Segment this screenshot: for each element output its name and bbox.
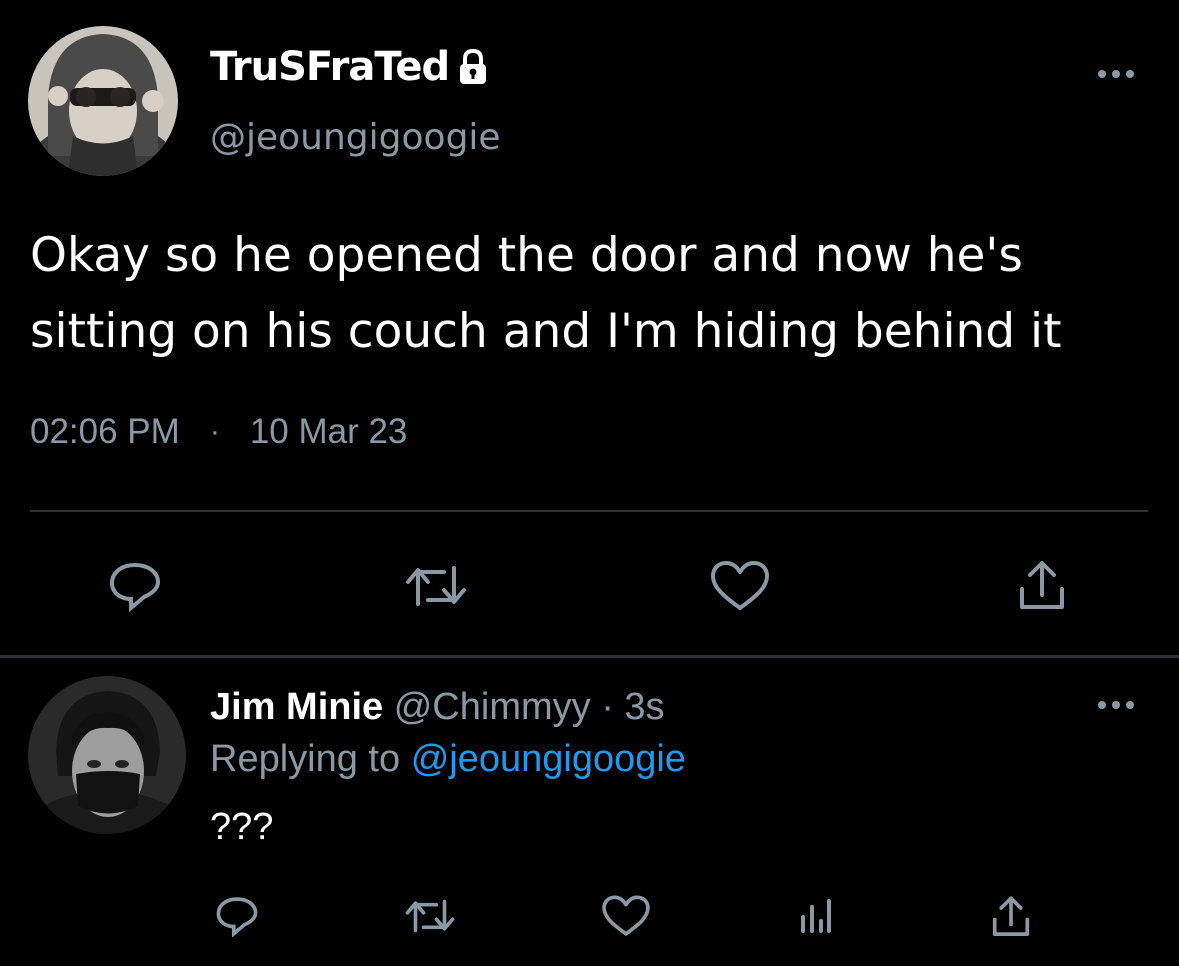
share-icon[interactable] xyxy=(986,894,1036,940)
author-avatar[interactable] xyxy=(28,26,178,176)
author-display-name[interactable]: TruSFraTed xyxy=(210,44,489,90)
reply-author-handle[interactable]: @Chimmyy xyxy=(394,686,591,728)
reply-icon[interactable] xyxy=(212,894,262,938)
meta-separator: · xyxy=(209,415,220,448)
author-name-text[interactable]: TruSFraTed xyxy=(210,44,450,90)
divider xyxy=(30,510,1148,512)
reply-icon[interactable] xyxy=(105,558,165,614)
reply-author-avatar[interactable] xyxy=(28,676,186,834)
share-icon[interactable] xyxy=(1012,558,1072,614)
retweet-icon[interactable] xyxy=(400,894,460,938)
lock-icon xyxy=(457,47,489,87)
replying-to-link[interactable]: @jeoungigoogie xyxy=(411,738,686,780)
more-options-icon[interactable] xyxy=(1094,697,1138,713)
retweet-icon[interactable] xyxy=(400,558,472,614)
tweet-text: Okay so he opened the door and now he's … xyxy=(30,228,1062,359)
tweet-date[interactable]: 10 Mar 23 xyxy=(250,412,408,452)
reply-separator: · xyxy=(601,686,614,728)
analytics-icon[interactable] xyxy=(796,894,836,938)
tweet-timestamp[interactable]: 02:06 PM · 10 Mar 23 xyxy=(30,412,407,452)
tweet-time[interactable]: 02:06 PM xyxy=(30,412,180,452)
reply-author-name[interactable]: Jim Minie xyxy=(210,686,383,728)
reply-time[interactable]: 3s xyxy=(624,686,664,728)
like-icon[interactable] xyxy=(708,558,772,614)
replying-to-line: Replying to @jeoungigoogie xyxy=(210,738,686,781)
replying-to-label: Replying to xyxy=(210,738,401,780)
divider xyxy=(0,655,1179,658)
more-options-icon[interactable] xyxy=(1094,66,1138,82)
reply-text: ??? xyxy=(210,806,274,848)
author-handle[interactable]: @jeoungigoogie xyxy=(210,117,501,158)
reply-header: Jim Minie @Chimmyy · 3s xyxy=(210,686,665,729)
tweet-detail-screen: TruSFraTed @jeoungigoogie Okay so he ope… xyxy=(0,0,1179,966)
like-icon[interactable] xyxy=(598,894,654,938)
